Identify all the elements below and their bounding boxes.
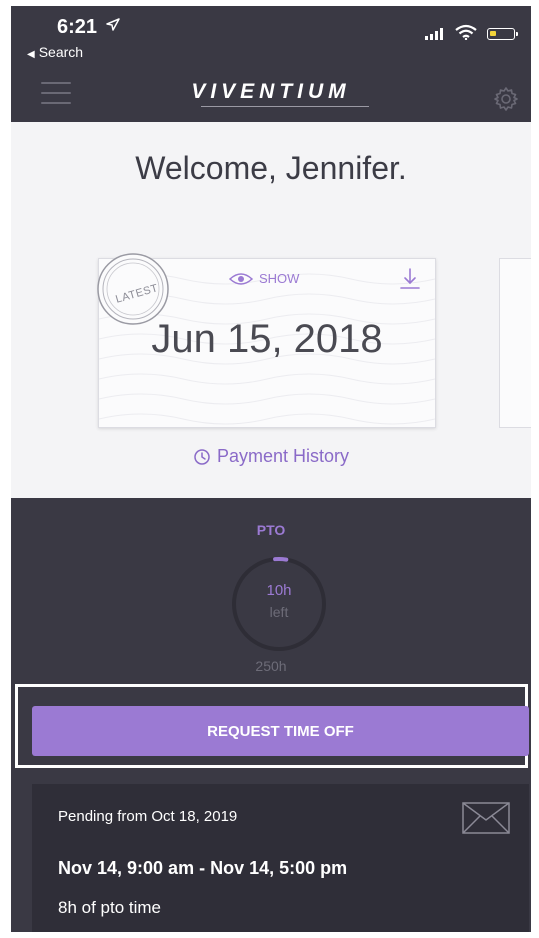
show-label: SHOW xyxy=(259,271,300,286)
back-link-label: Search xyxy=(38,44,84,60)
back-triangle-icon: ◀ xyxy=(27,49,35,60)
app-screen: 6:21 ◀ Search VIVENTIUM Welcome, Jennife… xyxy=(11,6,531,932)
envelope-icon[interactable] xyxy=(462,802,510,834)
paystub-date: Jun 15, 2018 xyxy=(151,317,383,361)
pending-request-card[interactable]: Pending from Oct 18, 2019 Nov 14, 9:00 a… xyxy=(32,784,529,932)
pending-from-label: Pending from Oct 18, 2019 xyxy=(58,808,238,825)
pto-hours-left: 10h xyxy=(266,582,292,599)
pending-amount: 8h of pto time xyxy=(58,898,162,917)
pto-left-label: left xyxy=(269,604,289,620)
status-bar: 6:21 ◀ Search xyxy=(11,6,531,70)
next-paystub-card[interactable] xyxy=(499,258,531,428)
payment-history-label: Payment History xyxy=(216,446,350,466)
request-time-off-button[interactable]: REQUEST TIME OFF xyxy=(32,706,529,756)
pto-total-hours: 250h xyxy=(255,658,287,674)
battery-level xyxy=(490,31,496,36)
download-icon[interactable] xyxy=(399,267,421,291)
back-to-search-link[interactable]: ◀ Search xyxy=(27,44,83,60)
cellular-signal-icon xyxy=(425,28,443,40)
wifi-icon xyxy=(455,24,477,40)
clock-icon xyxy=(194,448,210,465)
welcome-section: Welcome, Jennifer. LATEST SHOW Jun 15, 2… xyxy=(11,122,531,498)
payment-history-link[interactable]: Payment History xyxy=(11,446,531,467)
paystub-card[interactable]: LATEST SHOW Jun 15, 2018 xyxy=(97,253,436,428)
gear-icon[interactable] xyxy=(493,86,519,112)
status-time: 6:21 xyxy=(57,16,98,38)
battery-nub xyxy=(516,32,518,36)
welcome-title: Welcome, Jennifer. xyxy=(135,150,407,186)
app-header: VIVENTIUM xyxy=(11,70,531,122)
viventium-logo: VIVENTIUM xyxy=(191,80,351,103)
location-arrow-icon xyxy=(106,18,120,31)
battery-icon xyxy=(487,28,518,40)
eye-icon xyxy=(229,272,253,285)
show-amount-toggle[interactable]: SHOW xyxy=(229,271,299,286)
pending-date-range: Nov 14, 9:00 am - Nov 14, 5:00 pm xyxy=(58,858,348,878)
logo-underline xyxy=(201,106,369,107)
pto-label: PTO xyxy=(256,522,286,538)
